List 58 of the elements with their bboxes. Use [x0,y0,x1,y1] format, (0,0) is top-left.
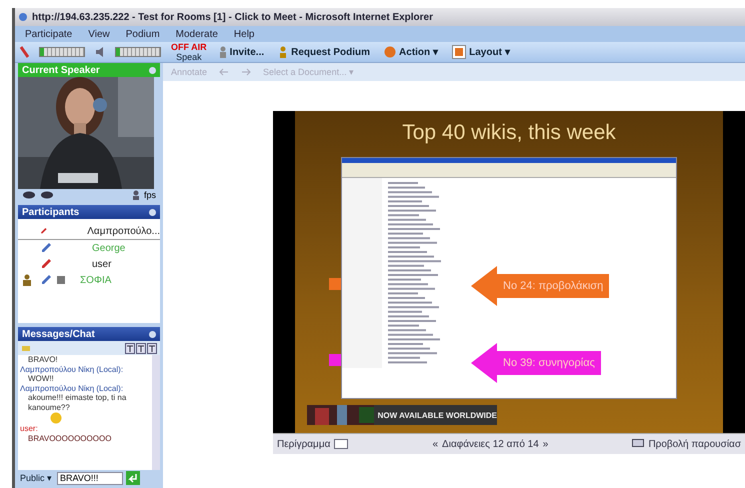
panel-title: Participants [22,206,80,218]
menu-item[interactable]: Podium [126,28,160,40]
message-text: akoume!!! eimaste top, ti na kanoume?? [27,393,128,412]
caret-icon: ▾ [504,46,510,58]
person-icon [218,46,227,58]
fps-label: fps [144,190,156,200]
microphone-icon[interactable] [19,46,29,58]
monitor-icon [632,439,644,449]
previous-arrow[interactable]: « [432,438,438,450]
panel-title: Messages/Chat [22,328,95,340]
participant-name: user [92,258,112,270]
message-text: BRAVO! [27,355,59,364]
on-air-status: OFF AIR [171,42,207,52]
layout-menu-button[interactable]: Layout ▾ [450,45,512,59]
slide-counter: Διαφάνειες 12 από 14 [442,438,539,450]
outline-button[interactable]: Περίγραμμα [273,438,352,450]
speak-button[interactable]: Speak [174,52,204,62]
enter-icon [128,473,138,483]
action-menu-button[interactable]: Action ▾ [382,46,440,58]
message-author: Λαμπροπούλου Νίκη (Local): [20,364,124,374]
request-podium-button[interactable]: Request Podium [276,46,372,58]
thumbnail-icon [334,439,348,449]
font-icon[interactable] [147,342,157,354]
next-arrow[interactable]: » [542,438,548,450]
slide-title: Top 40 wikis, this week [402,121,616,145]
participant-row[interactable]: user [18,256,160,272]
message-input[interactable]: BRAVO!!! [57,472,124,484]
person-icon[interactable] [132,190,140,200]
ad-banner: NOW AVAILABLE WORLDWIDE [307,405,497,425]
menu-item[interactable]: Moderate [176,28,218,40]
speaker-level-meter[interactable] [115,47,161,57]
send-button[interactable] [126,471,140,485]
participant-row[interactable]: Λαμπροπούλο... [18,223,160,240]
invite-button[interactable]: Invite... [216,46,266,58]
window-title-text: http://194.63.235.222 - Test for Rooms [1] - Click to Meet - Microsoft Internet Explorer [32,12,434,22]
caret-icon: ▾ [433,46,438,58]
message-author: Λαμπροπούλου Νίκη (Local): [20,384,124,393]
layout-icon [452,45,466,59]
audience-dropdown[interactable]: Public ▾ [18,473,54,483]
menu-item[interactable]: View [88,28,110,40]
participant-name: George [92,242,126,254]
smiley-icon [50,412,62,424]
browser-icon [18,12,28,22]
message-author: user: [20,424,39,434]
menu-item[interactable]: Help [234,28,254,40]
speaker-icon[interactable] [95,46,105,58]
menu-item[interactable]: Participate [25,28,72,40]
podium-icon [22,274,32,286]
message-text: WOW!! [27,374,55,384]
podium-icon [278,46,288,58]
message-text: BRAVOOOOOOOOOO [27,434,112,443]
participant-name: Λαμπροπούλο... [87,226,160,236]
participant-name: ΣΟΦΙΑ [80,274,112,286]
font-icon[interactable] [136,342,146,354]
slideshow-button[interactable]: Προβολή παρουσίασ [628,438,745,450]
font-icon[interactable] [125,342,135,354]
microphone-level-meter[interactable] [39,47,85,57]
panel-title: Current Speaker [22,64,100,76]
